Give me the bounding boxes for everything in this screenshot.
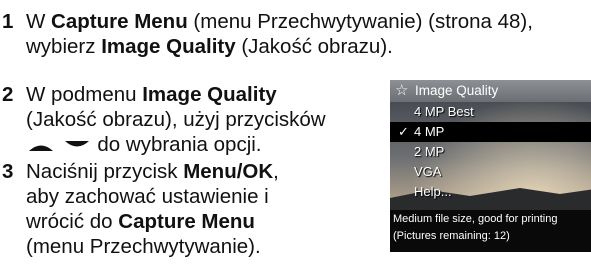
- option-label: Help...: [414, 184, 452, 199]
- menu-name-bold: Capture Menu: [51, 10, 188, 33]
- step-text: Naciśnij przycisk Menu/OK, aby zachować …: [26, 159, 279, 259]
- option-description-box: Medium file size, good for printing (Pic…: [390, 210, 591, 252]
- step-number: 1: [2, 10, 14, 33]
- option-label: 2 MP: [414, 144, 445, 159]
- text-run: (menu Przechwytywanie).: [26, 235, 261, 258]
- option-description: Medium file size, good for printing: [393, 213, 558, 225]
- menu-name-bold: Image Quality: [101, 35, 236, 58]
- text-run: wrócić do: [26, 210, 119, 233]
- text-run: wybierz: [26, 35, 102, 58]
- step-line: wybierz Image Quality (Jakość obrazu).: [26, 34, 533, 59]
- step-number: 2: [2, 83, 14, 106]
- down-arrow-icon: [64, 140, 89, 147]
- step-text: W Capture Menu (menu Przechwytywanie) (s…: [26, 9, 533, 59]
- option-label: VGA: [414, 164, 442, 179]
- step-line: do wybrania opcji.: [26, 132, 326, 157]
- menu-option-help: Help...: [390, 182, 591, 202]
- menu-option-4mp-selected: ✓ 4 MP: [390, 122, 591, 142]
- menu-name-bold: Capture Menu: [118, 210, 255, 233]
- text-run: ,: [273, 160, 279, 183]
- camera-menu-title: Image Quality: [415, 83, 499, 98]
- menu-option-vga: VGA: [390, 162, 591, 182]
- text-run: (Jakość obrazu).: [235, 35, 393, 58]
- step-line: (Jakość obrazu), użyj przycisków: [26, 107, 326, 132]
- step-line: (menu Przechwytywanie).: [26, 234, 279, 259]
- pictures-remaining: (Pictures remaining: 12): [393, 230, 510, 242]
- step-line: Naciśnij przycisk Menu/OK,: [26, 159, 279, 184]
- step-text: W podmenu Image Quality (Jakość obrazu),…: [26, 82, 326, 157]
- up-arrow-icon: [29, 145, 53, 151]
- camera-menu-title-bar: ☆ Image Quality: [390, 80, 591, 102]
- step-line: W podmenu Image Quality: [26, 82, 326, 107]
- text-run: aby zachować ustawienie i: [26, 185, 269, 208]
- menu-option-4mp-best: 4 MP Best: [390, 102, 591, 122]
- step-line: W Capture Menu (menu Przechwytywanie) (s…: [26, 9, 533, 34]
- menu-name-bold: Image Quality: [142, 83, 277, 106]
- step-line: aby zachować ustawienie i: [26, 184, 279, 209]
- menu-option-2mp: 2 MP: [390, 142, 591, 162]
- text-run: W: [26, 10, 52, 33]
- text-run: Naciśnij przycisk: [26, 160, 184, 183]
- button-name-bold: Menu/OK: [183, 160, 274, 183]
- text-run: (Jakość obrazu), użyj przycisków: [26, 108, 326, 131]
- step-number: 3: [2, 160, 14, 183]
- text-run: W podmenu: [26, 83, 143, 106]
- step-line: wrócić do Capture Menu: [26, 209, 279, 234]
- camera-screen: ☆ Image Quality 4 MP Best ✓ 4 MP 2 MP VG…: [390, 80, 591, 252]
- text-run: (menu Przechwytywanie) (strona 48),: [187, 10, 533, 33]
- text-run: do wybrania opcji.: [97, 133, 262, 156]
- star-outline-icon: ☆: [395, 82, 409, 99]
- checkmark-icon: ✓: [398, 124, 409, 139]
- option-label: 4 MP: [414, 124, 445, 139]
- option-label: 4 MP Best: [414, 104, 474, 119]
